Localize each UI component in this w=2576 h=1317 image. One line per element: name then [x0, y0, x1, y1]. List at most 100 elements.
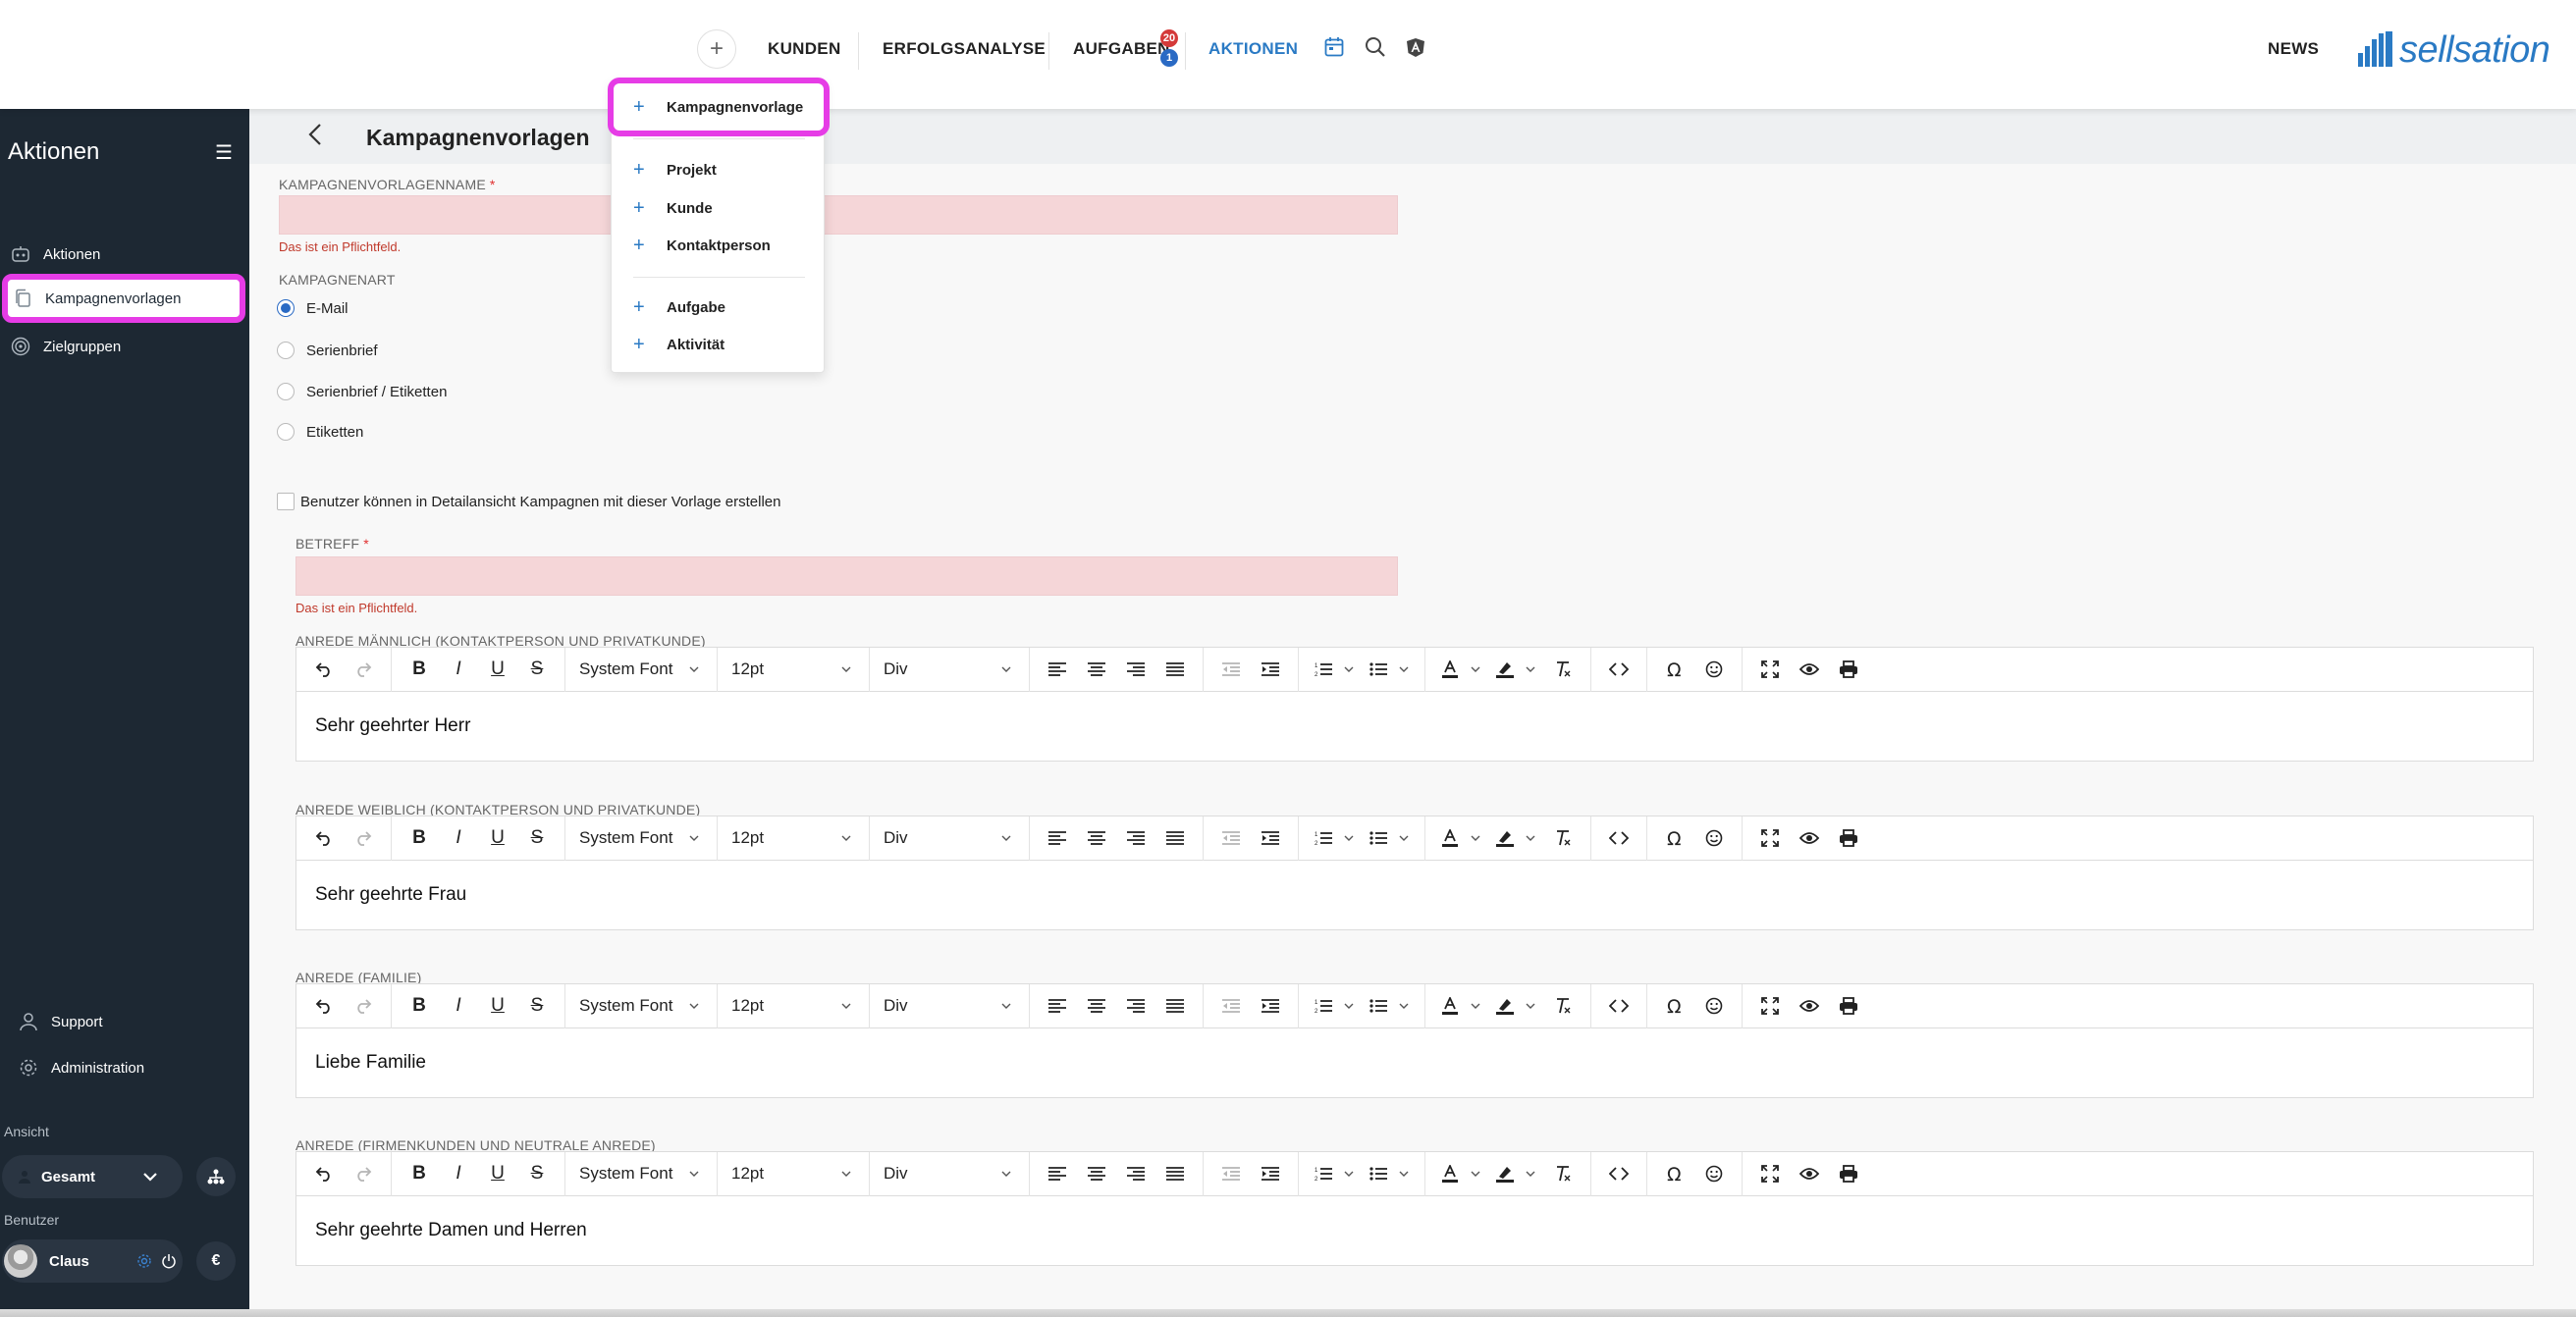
preview-eye-icon[interactable]: [1790, 818, 1829, 858]
font-size-select[interactable]: 12pt: [718, 647, 870, 692]
ansicht-select[interactable]: Gesamt: [2, 1155, 183, 1198]
text-color-split[interactable]: [1433, 1154, 1484, 1193]
align-center-icon[interactable]: [1077, 986, 1116, 1026]
redo-icon[interactable]: [344, 650, 383, 689]
source-code-icon[interactable]: [1599, 818, 1638, 858]
clear-formatting-icon[interactable]: [1543, 650, 1583, 689]
radio-serienbrief[interactable]: Serienbrief: [277, 342, 378, 359]
angular-icon[interactable]: [1406, 37, 1425, 58]
special-character-icon[interactable]: Ω: [1655, 650, 1694, 689]
editor-content[interactable]: Liebe Familie: [296, 1028, 2533, 1097]
indent-icon[interactable]: [1251, 818, 1290, 858]
font-size-select[interactable]: 12pt: [718, 1151, 870, 1196]
strikethrough-icon[interactable]: S: [517, 986, 557, 1026]
special-character-icon[interactable]: Ω: [1655, 818, 1694, 858]
text-color-split[interactable]: [1433, 818, 1484, 858]
sidebar-item-aktionen[interactable]: Aktionen: [0, 233, 249, 276]
nav-aufgaben[interactable]: AUFGABEN: [1073, 39, 1170, 59]
align-center-icon[interactable]: [1077, 650, 1116, 689]
outdent-icon[interactable]: [1211, 986, 1251, 1026]
redo-icon[interactable]: [344, 818, 383, 858]
align-right-icon[interactable]: [1116, 818, 1155, 858]
bullet-list-split[interactable]: [1362, 986, 1413, 1026]
align-right-icon[interactable]: [1116, 1154, 1155, 1193]
highlight-color-icon[interactable]: [1488, 1154, 1522, 1193]
print-icon[interactable]: [1829, 650, 1868, 689]
source-code-icon[interactable]: [1599, 986, 1638, 1026]
underline-icon[interactable]: U: [478, 1154, 517, 1193]
numbered-list-split[interactable]: 12: [1307, 1154, 1358, 1193]
font-family-select[interactable]: System Font: [565, 647, 718, 692]
highlight-color-icon[interactable]: [1488, 986, 1522, 1026]
fullscreen-icon[interactable]: [1750, 986, 1790, 1026]
align-left-icon[interactable]: [1038, 650, 1077, 689]
numbered-list-icon[interactable]: 12: [1307, 1154, 1340, 1193]
dropdown-item-aufgabe[interactable]: + Aufgabe: [633, 297, 725, 317]
fullscreen-icon[interactable]: [1750, 650, 1790, 689]
block-format-select[interactable]: Div: [870, 983, 1030, 1028]
nav-erfolgsanalyse[interactable]: ERFOLGSANALYSE: [883, 39, 1046, 59]
align-justify-icon[interactable]: [1155, 986, 1195, 1026]
bold-icon[interactable]: B: [400, 1154, 439, 1193]
bullet-list-split[interactable]: [1362, 650, 1413, 689]
source-code-icon[interactable]: [1599, 650, 1638, 689]
radio-serienbrief-etiketten[interactable]: Serienbrief / Etiketten: [277, 383, 447, 400]
block-format-select[interactable]: Div: [870, 1151, 1030, 1196]
org-structure-button[interactable]: [196, 1157, 236, 1196]
avatar[interactable]: [4, 1244, 37, 1278]
align-center-icon[interactable]: [1077, 818, 1116, 858]
preview-eye-icon[interactable]: [1790, 986, 1829, 1026]
font-size-select[interactable]: 12pt: [718, 816, 870, 861]
preview-eye-icon[interactable]: [1790, 650, 1829, 689]
detail-view-checkbox-row[interactable]: Benutzer können in Detailansicht Kampagn…: [277, 493, 780, 510]
numbered-list-split[interactable]: 12: [1307, 650, 1358, 689]
italic-icon[interactable]: I: [439, 1154, 478, 1193]
font-family-select[interactable]: System Font: [565, 1151, 718, 1196]
undo-icon[interactable]: [304, 1154, 344, 1193]
underline-icon[interactable]: U: [478, 986, 517, 1026]
bullet-list-icon[interactable]: [1362, 1154, 1395, 1193]
bullet-list-icon[interactable]: [1362, 650, 1395, 689]
calendar-icon[interactable]: [1324, 36, 1344, 58]
sidebar-item-administration[interactable]: Administration: [0, 1046, 249, 1089]
align-left-icon[interactable]: [1038, 1154, 1077, 1193]
editor-content[interactable]: Sehr geehrter Herr: [296, 692, 2533, 761]
sidebar-item-zielgruppen[interactable]: Zielgruppen: [0, 325, 249, 368]
outdent-icon[interactable]: [1211, 1154, 1251, 1193]
source-code-icon[interactable]: [1599, 1154, 1638, 1193]
text-color-icon[interactable]: [1433, 1154, 1467, 1193]
undo-icon[interactable]: [304, 818, 344, 858]
align-left-icon[interactable]: [1038, 818, 1077, 858]
dropdown-item-kontaktperson[interactable]: + Kontaktperson: [633, 236, 771, 255]
hamburger-menu-icon[interactable]: ☰: [215, 143, 233, 163]
special-character-icon[interactable]: Ω: [1655, 986, 1694, 1026]
checkbox[interactable]: [277, 493, 295, 510]
print-icon[interactable]: [1829, 986, 1868, 1026]
strikethrough-icon[interactable]: S: [517, 1154, 557, 1193]
special-character-icon[interactable]: Ω: [1655, 1154, 1694, 1193]
font-family-select[interactable]: System Font: [565, 983, 718, 1028]
emoji-icon[interactable]: [1694, 650, 1734, 689]
radio-button[interactable]: [277, 299, 295, 317]
text-color-icon[interactable]: [1433, 986, 1467, 1026]
nav-kunden[interactable]: KUNDEN: [768, 39, 841, 59]
text-color-split[interactable]: [1433, 650, 1484, 689]
back-arrow-icon[interactable]: [308, 123, 322, 146]
block-format-select[interactable]: Div: [870, 816, 1030, 861]
radio-email[interactable]: E-Mail: [277, 299, 349, 317]
radio-button[interactable]: [277, 423, 295, 441]
text-color-split[interactable]: [1433, 986, 1484, 1026]
highlight-color-icon[interactable]: [1488, 650, 1522, 689]
bullet-list-icon[interactable]: [1362, 818, 1395, 858]
align-justify-icon[interactable]: [1155, 650, 1195, 689]
search-icon[interactable]: [1365, 36, 1386, 58]
indent-icon[interactable]: [1251, 1154, 1290, 1193]
align-left-icon[interactable]: [1038, 986, 1077, 1026]
numbered-list-split[interactable]: 12: [1307, 818, 1358, 858]
nav-aktionen[interactable]: AKTIONEN: [1208, 39, 1298, 59]
indent-icon[interactable]: [1251, 986, 1290, 1026]
currency-button[interactable]: €: [196, 1241, 236, 1281]
align-right-icon[interactable]: [1116, 650, 1155, 689]
clear-formatting-icon[interactable]: [1543, 818, 1583, 858]
user-settings-gear-icon[interactable]: [136, 1253, 152, 1269]
